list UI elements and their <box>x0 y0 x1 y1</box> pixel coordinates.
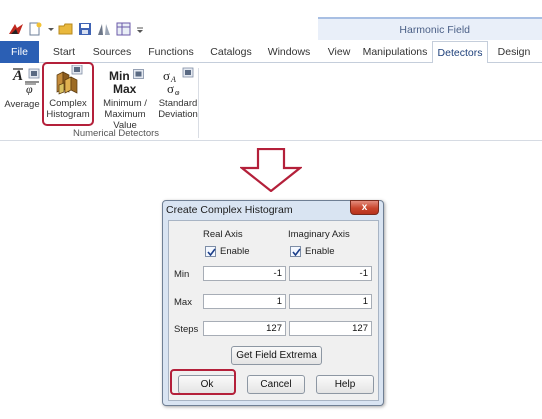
standard-deviation-button[interactable]: σ A σ φ Standard Deviation <box>157 63 199 125</box>
imaginary-min-input[interactable]: -1 <box>289 266 372 281</box>
std-dev-icon: σ A σ φ <box>163 67 194 95</box>
histogram-button-highlight <box>42 62 94 126</box>
contextual-band-title: Harmonic Field <box>399 24 470 36</box>
tab-start[interactable]: Start <box>45 41 83 63</box>
min-glyph: Min <box>109 69 130 83</box>
dropdown-arrow-icon[interactable] <box>46 22 56 36</box>
min-row-label: Min <box>174 269 190 280</box>
max-glyph: Max <box>113 82 137 96</box>
mirror-icon[interactable] <box>96 22 112 36</box>
max-row-label: Max <box>174 297 192 308</box>
average-icon: A φ <box>12 68 40 95</box>
min-max-label-line1: Minimum / <box>103 98 147 109</box>
table-icon[interactable] <box>116 22 131 36</box>
min-max-icon: Min Max <box>109 69 149 97</box>
ribbon-tab-bar: File Start Sources Functions Catalogs Wi… <box>0 41 542 64</box>
tab-windows[interactable]: Windows <box>263 41 315 63</box>
tab-catalogs[interactable]: Catalogs <box>205 41 257 63</box>
std-dev-label-line2: Deviation <box>158 109 198 120</box>
min-max-button[interactable]: Min Max Minimum / Maximum Value <box>93 63 157 131</box>
imaginary-axis-label: Imaginary Axis <box>288 229 350 240</box>
real-steps-input[interactable]: 127 <box>203 321 286 336</box>
dialog-close-button[interactable]: x <box>350 200 379 215</box>
tab-design[interactable]: Design <box>492 41 536 63</box>
tab-view[interactable]: View <box>322 41 356 63</box>
new-document-icon[interactable] <box>28 22 42 36</box>
real-axis-enable-checkbox[interactable] <box>205 246 216 257</box>
tab-detectors[interactable]: Detectors <box>432 41 488 64</box>
average-button[interactable]: A φ Average <box>2 63 42 125</box>
get-field-extrema-button[interactable]: Get Field Extrema <box>231 346 322 365</box>
ribbon-group-label: Numerical Detectors <box>72 128 160 139</box>
save-icon[interactable] <box>78 22 92 36</box>
svg-text:σ: σ <box>167 81 174 95</box>
tab-file[interactable]: File <box>0 41 39 63</box>
open-folder-icon[interactable] <box>58 22 74 36</box>
real-max-input[interactable]: 1 <box>203 294 286 309</box>
real-min-input[interactable]: -1 <box>203 266 286 281</box>
tab-manipulations[interactable]: Manipulations <box>360 41 430 63</box>
imaginary-axis-enable-checkbox[interactable] <box>290 246 301 257</box>
std-dev-label-line1: Standard <box>158 98 198 109</box>
contextual-tab-band: Harmonic Field <box>318 17 542 40</box>
real-axis-enable-label: Enable <box>220 246 250 257</box>
cancel-button[interactable]: Cancel <box>247 375 305 394</box>
imaginary-steps-input[interactable]: 127 <box>289 321 372 336</box>
ribbon-group-separator <box>198 68 199 138</box>
svg-text:φ: φ <box>175 88 180 95</box>
checkmark-icon <box>292 248 301 257</box>
customize-toolbar-icon[interactable] <box>135 22 145 36</box>
imaginary-axis-enable-label: Enable <box>305 246 335 257</box>
ok-button-highlight <box>170 369 236 395</box>
dialog-title: Create Complex Histogram <box>166 204 293 216</box>
svg-text:A: A <box>12 68 23 84</box>
average-label: Average <box>4 99 40 110</box>
real-axis-label: Real Axis <box>203 229 243 240</box>
imaginary-max-input[interactable]: 1 <box>289 294 372 309</box>
help-button[interactable]: Help <box>316 375 374 394</box>
app-logo-icon <box>9 24 23 34</box>
down-arrow-icon <box>240 148 302 192</box>
tab-functions[interactable]: Functions <box>143 41 199 63</box>
steps-row-label: Steps <box>174 324 199 335</box>
tab-sources[interactable]: Sources <box>89 41 135 63</box>
checkmark-icon <box>207 248 216 257</box>
detector-small-icon <box>133 69 144 79</box>
